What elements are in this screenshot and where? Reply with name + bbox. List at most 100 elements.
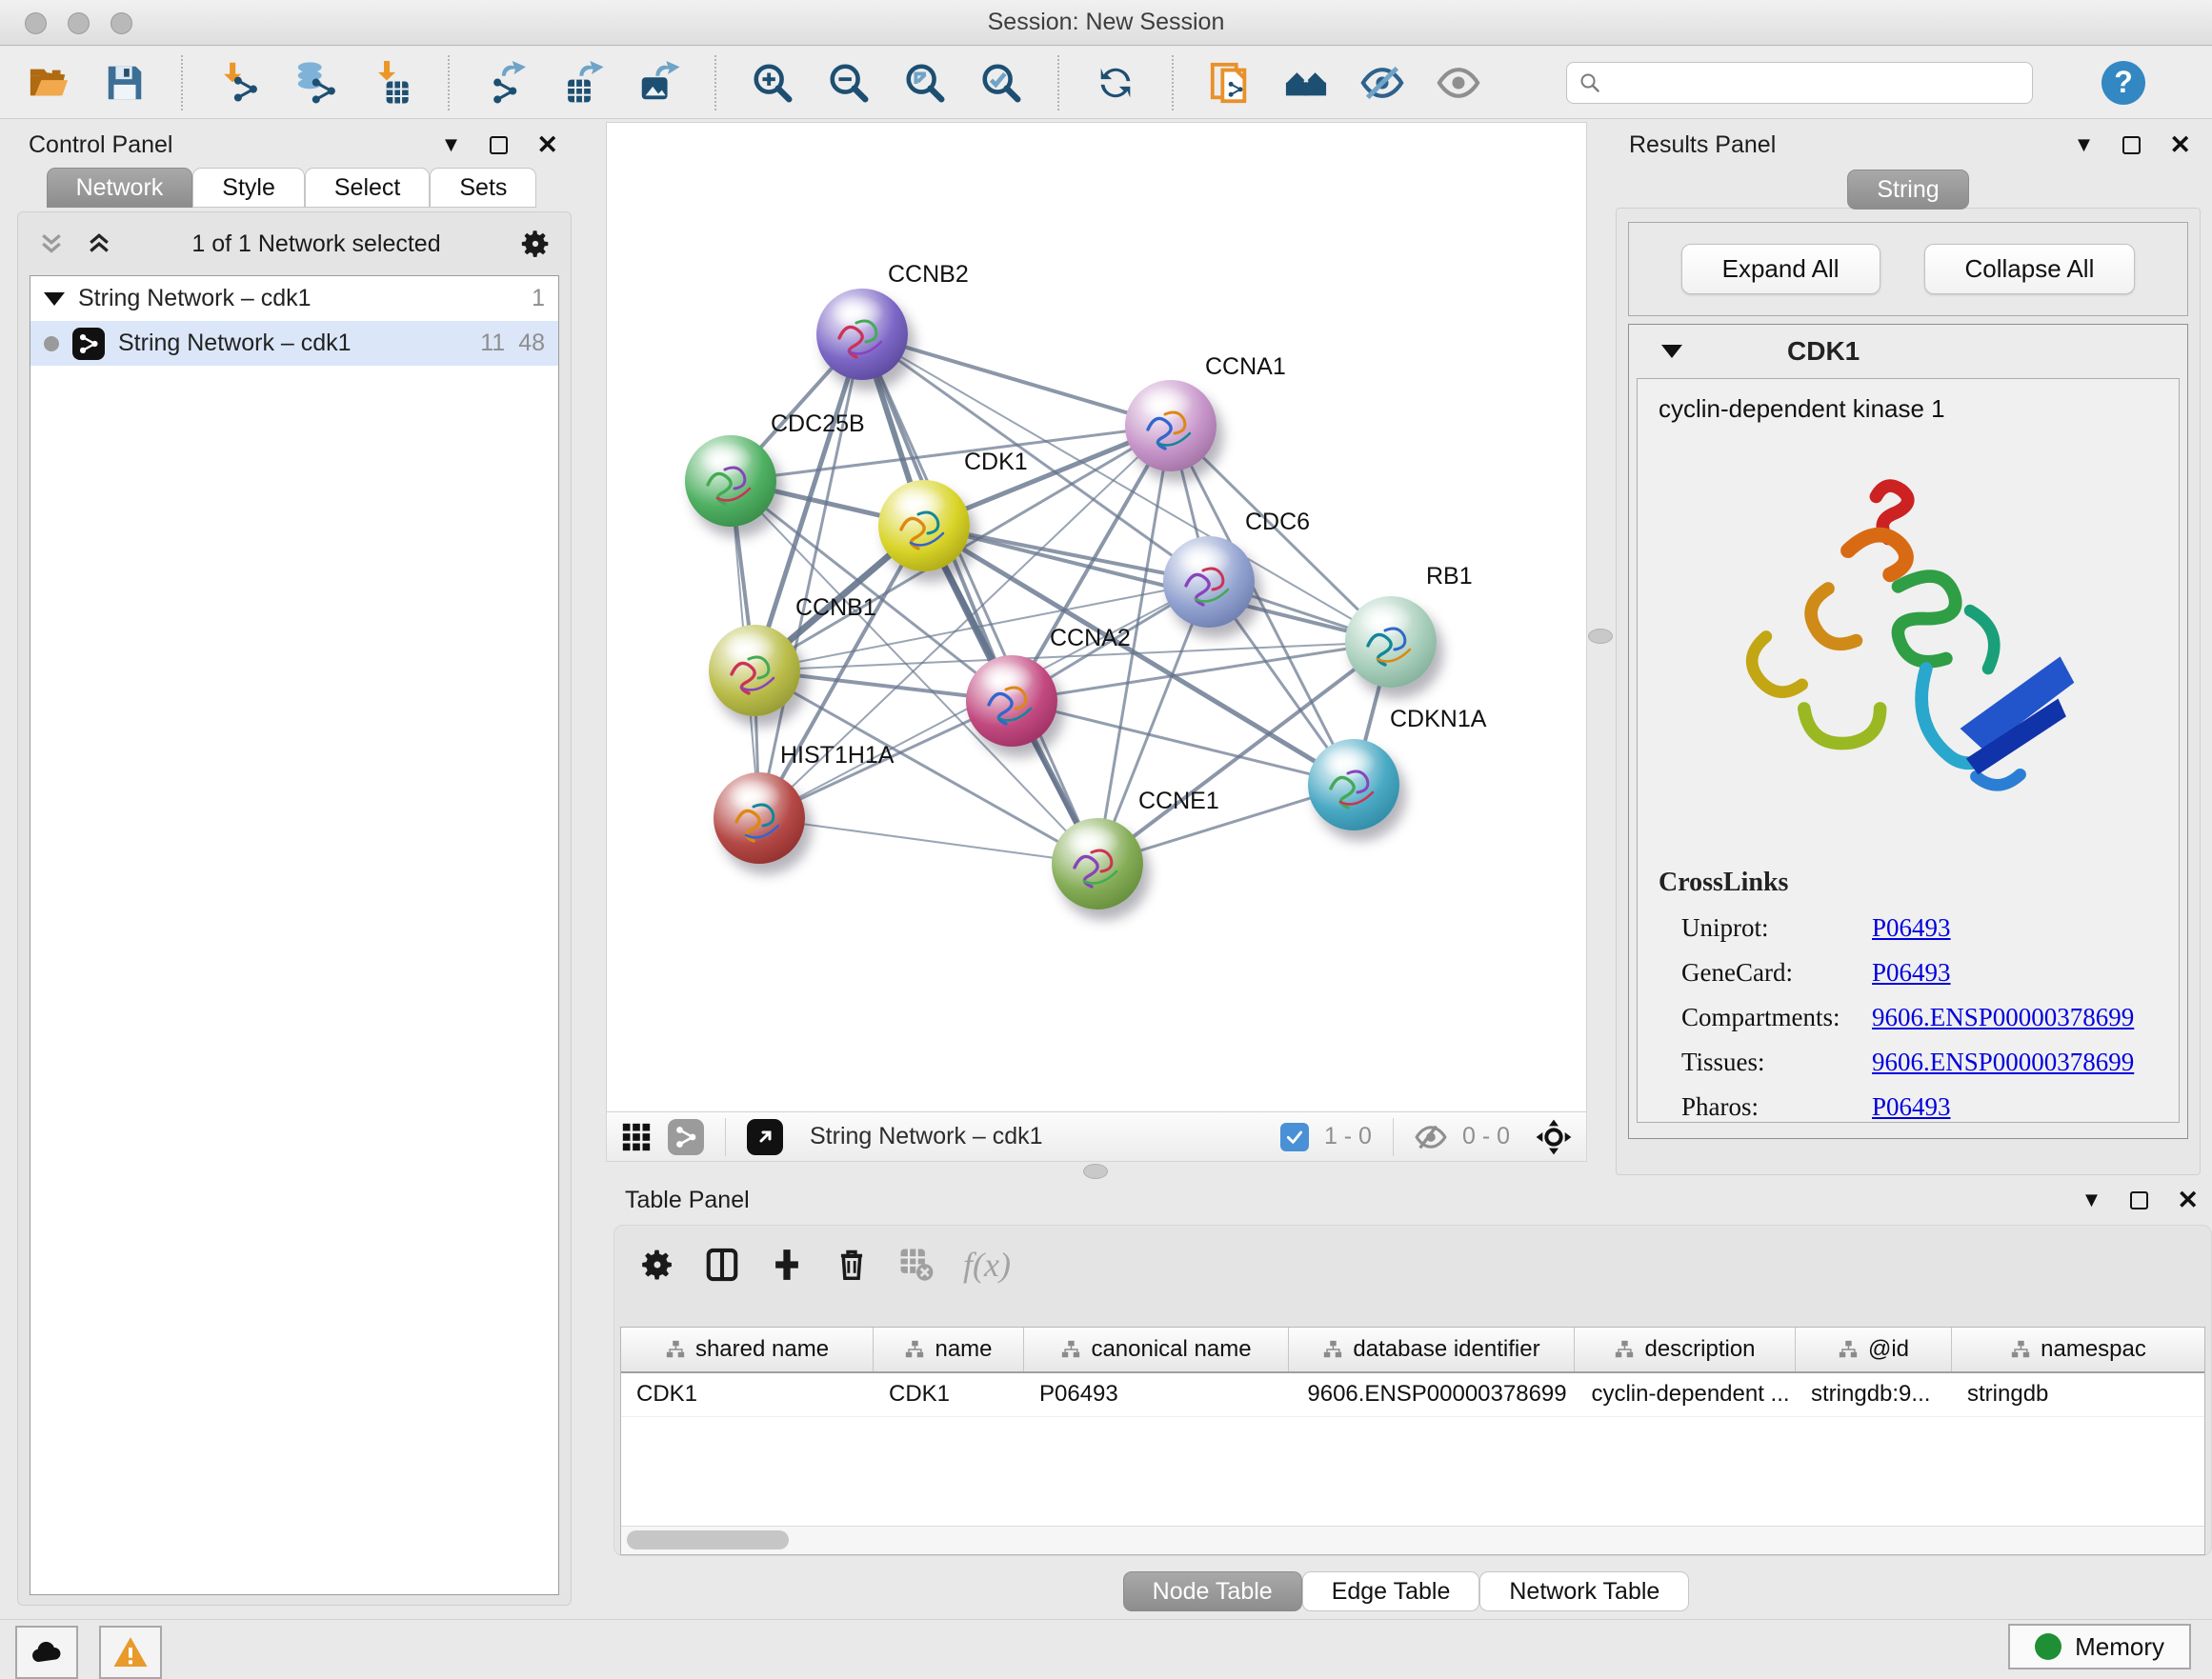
horizontal-splitter-handle[interactable] [1083, 1164, 1108, 1179]
grid-view-icon[interactable] [620, 1121, 653, 1153]
tab-string[interactable]: String [1847, 170, 1968, 210]
scrollbar-thumb[interactable] [627, 1530, 789, 1549]
network-node-cdkn1a[interactable] [1308, 739, 1399, 830]
column-header[interactable]: @id [1796, 1328, 1952, 1371]
network-node-ccna2[interactable] [966, 655, 1057, 747]
hidden-eye-slash-icon[interactable] [1415, 1121, 1447, 1153]
import-network-from-database-button[interactable] [290, 56, 341, 110]
uniprot-link[interactable]: P06493 [1872, 913, 1951, 943]
network-node-cdk1[interactable] [878, 480, 970, 571]
crosslink-label: Uniprot: [1681, 913, 1872, 943]
table-panel-menu-icon[interactable]: ▼ [2081, 1188, 2102, 1212]
search-input[interactable] [1611, 70, 2021, 96]
table-options-gear-icon[interactable] [639, 1247, 675, 1283]
network-options-gear-icon[interactable] [519, 228, 552, 260]
network-canvas[interactable]: CCNB2CCNA1CDC25BCDK1CDC6RB1CCNB1CCNA2CDK… [606, 122, 1587, 1112]
control-panel-float-icon[interactable] [490, 136, 508, 154]
open-session-button[interactable] [23, 56, 74, 110]
expand-all-button[interactable]: Expand All [1681, 244, 1880, 294]
network-node-cdc6[interactable] [1163, 536, 1255, 628]
export-image-button[interactable] [633, 56, 684, 110]
results-panel-float-icon[interactable] [2122, 136, 2141, 154]
horizontal-scrollbar[interactable] [621, 1526, 2204, 1554]
delete-column-trash-icon[interactable] [834, 1247, 870, 1283]
share-document-button[interactable] [1204, 56, 1256, 110]
save-session-button[interactable] [99, 56, 151, 110]
zoom-fit-button[interactable] [899, 56, 951, 110]
column-header[interactable]: name [874, 1328, 1024, 1371]
network-node-ccnb1[interactable] [709, 625, 800, 716]
column-header[interactable]: namespac [1952, 1328, 2204, 1371]
minimize-window-button[interactable] [68, 12, 90, 34]
memory-status-dot-icon [2035, 1633, 2061, 1660]
apply-layout-button[interactable] [1090, 56, 1141, 110]
export-network-button[interactable] [480, 56, 532, 110]
import-network-from-file-button[interactable] [213, 56, 265, 110]
network-node-ccna1[interactable] [1125, 380, 1217, 471]
zoom-selected-button[interactable] [975, 56, 1027, 110]
network-node-ccne1[interactable] [1052, 818, 1143, 909]
tissues-link[interactable]: 9606.ENSP00000378699 [1872, 1048, 2134, 1077]
node-label-cdk1: CDK1 [964, 449, 1028, 476]
vertical-splitter-handle[interactable] [1588, 629, 1613, 644]
table-row[interactable]: CDK1 CDK1 P06493 9606.ENSP00000378699 cy… [621, 1373, 2204, 1417]
column-header[interactable]: database identifier [1289, 1328, 1575, 1371]
table-panel-float-icon[interactable] [2130, 1191, 2148, 1209]
help-button[interactable]: ? [2101, 61, 2145, 105]
hide-network-button[interactable] [1357, 56, 1408, 110]
memory-button[interactable]: Memory [2008, 1624, 2191, 1669]
warnings-button[interactable] [99, 1626, 162, 1679]
control-panel-menu-icon[interactable]: ▼ [441, 132, 462, 157]
network-node-rb1[interactable] [1345, 596, 1437, 688]
tab-network[interactable]: Network [47, 168, 193, 208]
control-panel-close-icon[interactable]: ✕ [536, 132, 558, 158]
cloud-button[interactable] [15, 1626, 78, 1679]
results-panel-menu-icon[interactable]: ▼ [2074, 132, 2095, 157]
search-box[interactable] [1566, 62, 2033, 104]
table-panel-close-icon[interactable]: ✕ [2177, 1188, 2199, 1213]
gene-expander-icon[interactable] [1661, 345, 1682, 358]
network-edge[interactable] [759, 818, 1097, 864]
close-window-button[interactable] [25, 12, 47, 34]
zoom-out-button[interactable] [823, 56, 875, 110]
create-column-plus-icon[interactable] [769, 1247, 805, 1283]
zoom-in-button[interactable] [747, 56, 798, 110]
tab-node-table[interactable]: Node Table [1123, 1571, 1302, 1611]
tab-style[interactable]: Style [192, 168, 305, 208]
node-label-cdc25b: CDC25B [771, 410, 865, 438]
results-panel-close-icon[interactable]: ✕ [2169, 132, 2191, 158]
tab-edge-table[interactable]: Edge Table [1302, 1571, 1480, 1611]
network-node-cdc25b[interactable] [685, 435, 776, 527]
node-table: shared name name canonical name database… [620, 1327, 2205, 1555]
network-row-selected[interactable]: String Network – cdk1 11 48 [30, 321, 558, 366]
expand-all-networks-icon[interactable] [37, 230, 66, 258]
genecard-link[interactable]: P06493 [1872, 958, 1951, 988]
network-edge[interactable] [862, 334, 1097, 864]
pharos-link[interactable]: P06493 [1872, 1092, 1951, 1122]
detach-view-icon[interactable] [747, 1119, 783, 1155]
collapse-all-button[interactable]: Collapse All [1924, 244, 2136, 294]
show-columns-icon[interactable] [704, 1247, 740, 1283]
network-share-icon[interactable] [668, 1119, 704, 1155]
column-header[interactable]: shared name [621, 1328, 874, 1371]
network-collection-row[interactable]: String Network – cdk1 1 [30, 276, 558, 321]
selected-checkbox-icon[interactable] [1280, 1123, 1309, 1151]
network-edge[interactable] [862, 334, 1171, 426]
node-label-ccnb1: CCNB1 [795, 594, 876, 622]
collection-expander-icon[interactable] [44, 292, 65, 306]
houses-button[interactable] [1280, 56, 1332, 110]
show-network-button[interactable] [1433, 56, 1484, 110]
tab-network-table[interactable]: Network Table [1479, 1571, 1689, 1611]
tab-select[interactable]: Select [305, 168, 430, 208]
network-node-hist1h1a[interactable] [714, 772, 805, 864]
birdseye-crosshair-icon[interactable] [1535, 1118, 1573, 1156]
column-header[interactable]: description [1575, 1328, 1796, 1371]
import-table-from-file-button[interactable] [366, 56, 417, 110]
collapse-all-networks-icon[interactable] [85, 230, 113, 258]
tab-sets[interactable]: Sets [430, 168, 536, 208]
compartments-link[interactable]: 9606.ENSP00000378699 [1872, 1003, 2134, 1032]
zoom-window-button[interactable] [111, 12, 132, 34]
export-table-button[interactable] [556, 56, 608, 110]
network-node-ccnb2[interactable] [816, 289, 908, 380]
column-header[interactable]: canonical name [1024, 1328, 1289, 1371]
